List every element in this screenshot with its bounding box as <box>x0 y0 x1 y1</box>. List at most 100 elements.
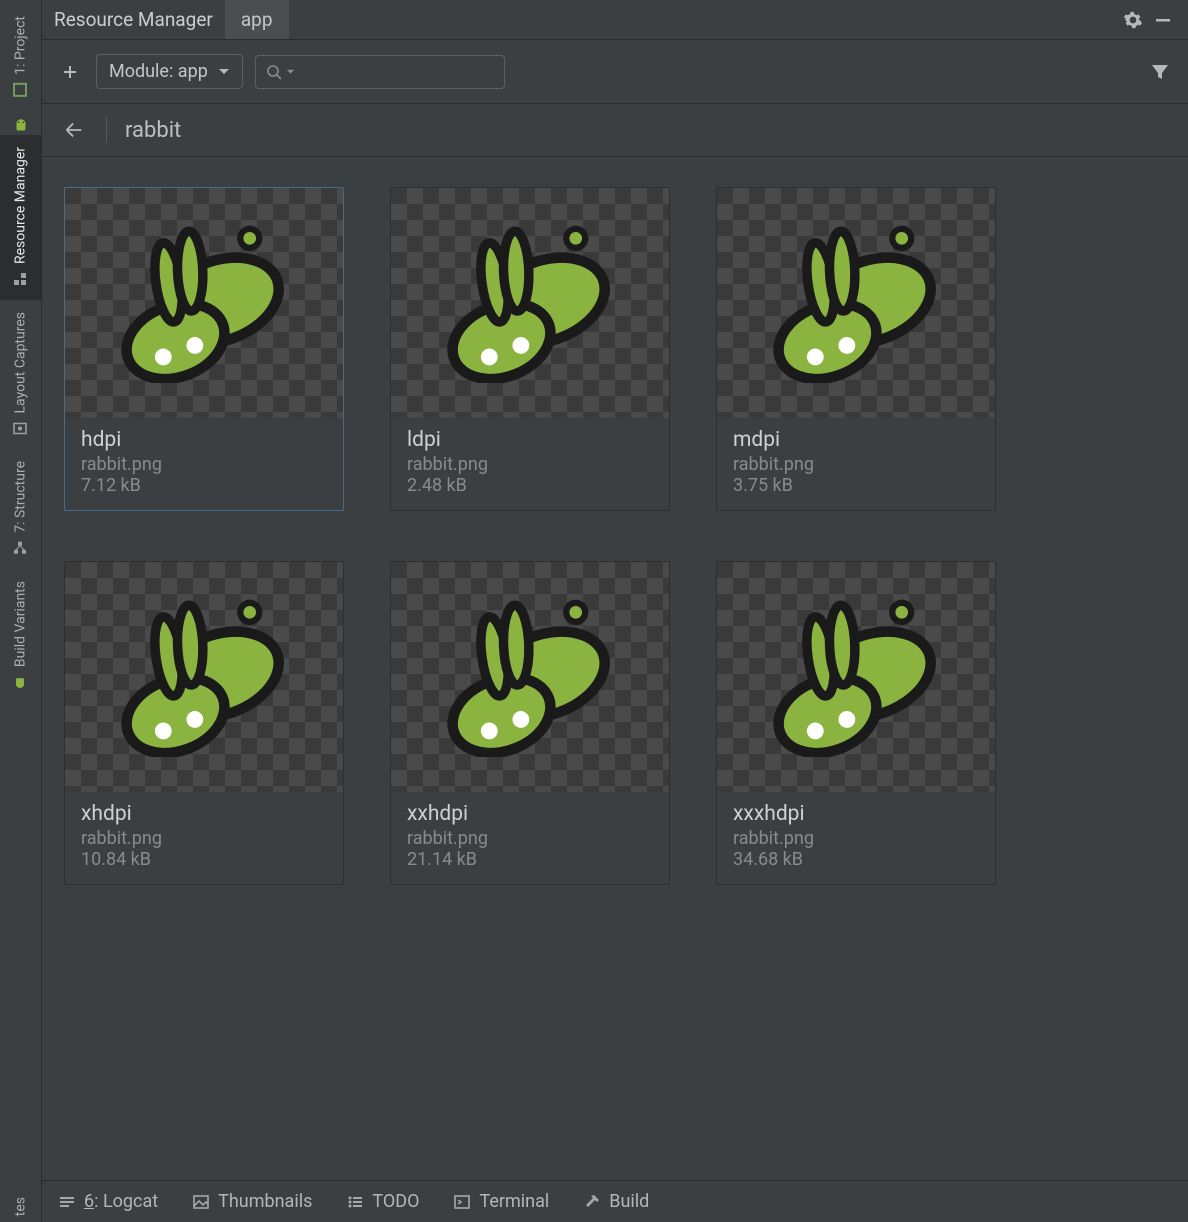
android-icon <box>12 117 30 135</box>
breadcrumb-current: rabbit <box>125 118 181 143</box>
main-panel: Resource Manager app Module: app <box>42 0 1188 1222</box>
sidebar-item-label: tes <box>13 1197 29 1216</box>
sidebar-item-label: Resource Manager <box>13 147 29 264</box>
search-icon <box>266 64 282 80</box>
bottom-item-build[interactable]: Build <box>583 1191 649 1212</box>
structure-icon <box>12 539 30 557</box>
add-button[interactable] <box>56 58 84 86</box>
sidebar-item-more[interactable]: tes <box>0 1191 41 1222</box>
filter-button[interactable] <box>1146 58 1174 86</box>
hammer-icon <box>583 1193 601 1211</box>
breadcrumb: rabbit <box>42 104 1188 157</box>
resource-card[interactable]: hdpi rabbit.png 7.12 kB <box>64 187 344 511</box>
panel-title: Resource Manager <box>42 8 225 31</box>
resource-thumbnail <box>391 188 669 418</box>
search-input[interactable] <box>303 62 524 82</box>
bottom-item-label: TODO <box>372 1191 419 1212</box>
minimize-button[interactable] <box>1148 5 1178 35</box>
image-icon <box>192 1193 210 1211</box>
project-icon <box>12 81 30 99</box>
sidebar-item-layout-captures[interactable]: Layout Captures <box>0 300 41 449</box>
resource-filename: rabbit.png <box>407 454 653 475</box>
rabbit-icon <box>751 597 961 757</box>
resources-icon <box>12 270 30 288</box>
plus-icon <box>61 63 79 81</box>
arrow-left-icon <box>63 119 85 141</box>
resource-info: xxhdpi rabbit.png 21.14 kB <box>391 792 669 884</box>
bottom-item-thumbnails[interactable]: Thumbnails <box>192 1191 312 1212</box>
resource-density: xxhdpi <box>407 802 653 826</box>
resource-size: 3.75 kB <box>733 475 979 496</box>
resource-filename: rabbit.png <box>733 454 979 475</box>
chevron-down-icon <box>218 68 230 76</box>
resource-density: mdpi <box>733 428 979 452</box>
resource-card[interactable]: xxhdpi rabbit.png 21.14 kB <box>390 561 670 885</box>
logcat-icon <box>58 1193 76 1211</box>
minimize-icon <box>1154 11 1172 29</box>
resource-card[interactable]: xxxhdpi rabbit.png 34.68 kB <box>716 561 996 885</box>
resource-density: xhdpi <box>81 802 327 826</box>
bottom-item-todo[interactable]: TODO <box>346 1191 419 1212</box>
bottom-item-logcat[interactable]: 6: Logcat <box>58 1191 158 1212</box>
module-tab[interactable]: app <box>225 0 289 39</box>
resource-filename: rabbit.png <box>81 828 327 849</box>
bottom-item-label: Build <box>609 1191 649 1212</box>
module-tab-label: app <box>241 8 273 31</box>
tool-window-gutter: 1: Project Resource Manager Layout Captu… <box>0 0 42 1222</box>
sidebar-item-resource-manager[interactable]: Resource Manager <box>0 135 41 300</box>
resource-info: xhdpi rabbit.png 10.84 kB <box>65 792 343 884</box>
bottom-item-label: 6: Logcat <box>84 1191 158 1212</box>
resource-card[interactable]: ldpi rabbit.png 2.48 kB <box>390 187 670 511</box>
resource-size: 34.68 kB <box>733 849 979 870</box>
gear-icon <box>1123 10 1143 30</box>
filter-icon <box>1150 62 1170 82</box>
toolbar: Module: app <box>42 40 1188 104</box>
resource-info: hdpi rabbit.png 7.12 kB <box>65 418 343 510</box>
captures-icon <box>12 419 30 437</box>
resource-card[interactable]: xhdpi rabbit.png 10.84 kB <box>64 561 344 885</box>
bottom-item-label: Terminal <box>479 1191 549 1212</box>
resource-info: ldpi rabbit.png 2.48 kB <box>391 418 669 510</box>
resource-size: 21.14 kB <box>407 849 653 870</box>
resource-thumbnail <box>65 562 343 792</box>
resource-grid-container[interactable]: hdpi rabbit.png 7.12 kB ldpi rabbit.png … <box>42 157 1188 1180</box>
resource-density: ldpi <box>407 428 653 452</box>
resource-card[interactable]: mdpi rabbit.png 3.75 kB <box>716 187 996 511</box>
sidebar-item-build-variants[interactable]: Build Variants <box>0 569 41 703</box>
resource-thumbnail <box>717 562 995 792</box>
resource-thumbnail <box>65 188 343 418</box>
resource-info: mdpi rabbit.png 3.75 kB <box>717 418 995 510</box>
chevron-down-icon <box>286 69 295 75</box>
module-select[interactable]: Module: app <box>96 54 243 89</box>
rabbit-icon <box>99 223 309 383</box>
rabbit-icon <box>425 223 635 383</box>
rabbit-icon <box>425 597 635 757</box>
top-tab-bar: Resource Manager app <box>42 0 1188 40</box>
build-variants-icon <box>12 673 30 691</box>
bottom-tool-bar: 6: Logcat Thumbnails TODO Terminal Build <box>42 1180 1188 1222</box>
back-button[interactable] <box>60 116 88 144</box>
divider <box>106 117 107 143</box>
resource-thumbnail <box>391 562 669 792</box>
resource-size: 2.48 kB <box>407 475 653 496</box>
rabbit-icon <box>751 223 961 383</box>
resource-size: 10.84 kB <box>81 849 327 870</box>
resource-filename: rabbit.png <box>407 828 653 849</box>
sidebar-item-label: 1: Project <box>13 16 29 75</box>
resource-thumbnail <box>717 188 995 418</box>
bottom-item-label: Thumbnails <box>218 1191 312 1212</box>
bottom-item-terminal[interactable]: Terminal <box>453 1191 549 1212</box>
resource-density: xxxhdpi <box>733 802 979 826</box>
search-box[interactable] <box>255 55 505 89</box>
sidebar-item-structure[interactable]: 7: Structure <box>0 449 41 569</box>
resource-density: hdpi <box>81 428 327 452</box>
resource-filename: rabbit.png <box>81 454 327 475</box>
terminal-icon <box>453 1193 471 1211</box>
settings-button[interactable] <box>1118 5 1148 35</box>
resource-filename: rabbit.png <box>733 828 979 849</box>
sidebar-item-label: 7: Structure <box>13 461 29 533</box>
sidebar-item-project[interactable]: 1: Project <box>0 4 41 111</box>
resource-info: xxxhdpi rabbit.png 34.68 kB <box>717 792 995 884</box>
resource-grid: hdpi rabbit.png 7.12 kB ldpi rabbit.png … <box>64 187 1166 885</box>
list-icon <box>346 1193 364 1211</box>
